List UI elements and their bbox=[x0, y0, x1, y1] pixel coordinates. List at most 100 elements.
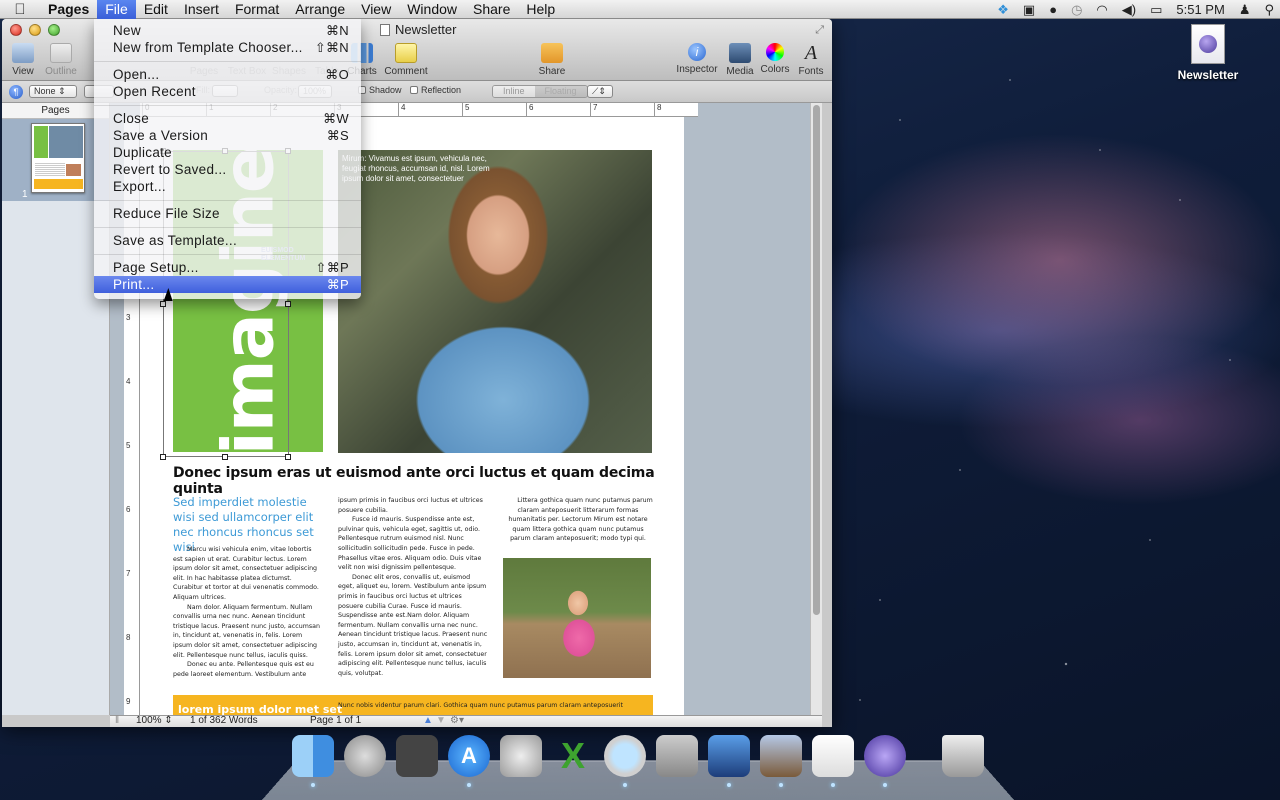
wrap-inline-button[interactable]: Inline bbox=[493, 86, 535, 97]
menu-window[interactable]: Window bbox=[399, 0, 465, 19]
file-menu-item[interactable]: Print... ⌘P bbox=[94, 276, 361, 293]
file-menu-item[interactable]: New from Template Chooser... ⇧⌘N bbox=[94, 39, 361, 56]
resize-handle[interactable] bbox=[160, 454, 166, 460]
menu-edit[interactable]: Edit bbox=[136, 0, 176, 19]
facetime-camera-icon[interactable]: ▣ bbox=[1023, 2, 1035, 18]
time-machine-icon[interactable]: ◷ bbox=[1071, 2, 1082, 18]
zoom-select[interactable]: 100% ⇕ bbox=[136, 715, 173, 726]
style-select[interactable]: None ⇕ bbox=[29, 85, 77, 98]
file-menu: New ⌘N New from Template Chooser... ⇧⌘N Open… bbox=[94, 19, 361, 299]
toolbar-fonts-button[interactable]: A Fonts bbox=[786, 43, 832, 77]
file-menu-item[interactable]: Export... bbox=[94, 178, 361, 195]
safari-icon[interactable] bbox=[604, 735, 646, 787]
close-window-button[interactable] bbox=[10, 24, 22, 36]
vertical-scrollbar[interactable] bbox=[810, 103, 822, 715]
menu-item-shortcut: ⇧⌘P bbox=[315, 260, 349, 275]
dropbox-icon[interactable]: ❖ bbox=[997, 2, 1009, 18]
page-thumbnail[interactable] bbox=[31, 123, 85, 193]
article-headline[interactable]: Donec ipsum eras ut euismod ante orci lu… bbox=[173, 465, 684, 497]
battery-icon[interactable]: ▭ bbox=[1150, 2, 1162, 18]
footer-title: lorem ipsum dolor met set bbox=[178, 703, 343, 715]
style-select-value: None bbox=[34, 86, 56, 96]
menu-share[interactable]: Share bbox=[465, 0, 518, 19]
file-menu-item[interactable]: Save a Version ⌘S bbox=[94, 127, 361, 144]
status-area: ❖ ▣ ● ◷ ◠ ◀) ▭ 5:51 PM ♟ ⚲ bbox=[997, 0, 1274, 19]
resize-handle[interactable] bbox=[222, 454, 228, 460]
wrap-segmented-control: Inline Floating bbox=[492, 85, 588, 98]
app-store-icon[interactable]: A bbox=[448, 735, 490, 787]
ruler-tick-label: 7 bbox=[126, 569, 131, 578]
automator-icon[interactable] bbox=[500, 735, 542, 777]
menu-item-label: Reduce File Size bbox=[113, 206, 220, 221]
toolbar-label: Fonts bbox=[798, 66, 824, 77]
zoom-window-button[interactable] bbox=[48, 24, 60, 36]
menu-app-name[interactable]: Pages bbox=[40, 0, 97, 19]
toolbar-share-button[interactable]: Share bbox=[527, 43, 577, 77]
footer-band[interactable]: lorem ipsum dolor met set Nunc nobis vid… bbox=[173, 695, 653, 715]
mail-icon[interactable] bbox=[760, 735, 802, 787]
toolbar-comment-button[interactable]: Comment bbox=[381, 43, 431, 77]
trash-icon[interactable] bbox=[942, 735, 984, 777]
imovie-icon[interactable] bbox=[708, 735, 750, 787]
file-menu-item[interactable]: Open Recent bbox=[94, 83, 361, 100]
wrap-floating-button[interactable]: Floating bbox=[534, 86, 587, 97]
user-icon[interactable]: ♟ bbox=[1239, 2, 1251, 18]
finder-icon[interactable] bbox=[292, 735, 334, 787]
text-column-3[interactable]: Littera gothica quam nunc putamus parum … bbox=[503, 496, 653, 544]
split-handle-icon[interactable]: ‖ bbox=[115, 715, 119, 726]
file-menu-item[interactable]: New ⌘N bbox=[94, 22, 361, 39]
resize-handle[interactable] bbox=[160, 301, 166, 307]
menu-item-label: Close bbox=[113, 111, 150, 126]
reflection-checkbox[interactable]: Reflection bbox=[410, 85, 461, 95]
volume-icon[interactable]: ◀) bbox=[1122, 2, 1136, 18]
scrollbar-thumb[interactable] bbox=[813, 105, 820, 615]
menu-format[interactable]: Format bbox=[227, 0, 287, 19]
shadow-checkbox[interactable]: Shadow bbox=[358, 85, 402, 95]
menu-insert[interactable]: Insert bbox=[176, 0, 227, 19]
comment-icon bbox=[395, 43, 417, 63]
spotlight-search-icon[interactable]: ⚲ bbox=[1264, 2, 1274, 18]
file-menu-item[interactable]: Close ⌘W bbox=[94, 110, 361, 127]
photo-caption[interactable]: Mirum: Vivamus est ipsum, vehicula nec, … bbox=[342, 154, 502, 184]
window-title-text: Newsletter bbox=[395, 22, 457, 37]
alien-icon[interactable]: ● bbox=[1049, 2, 1057, 17]
menu-file[interactable]: File bbox=[97, 0, 136, 19]
textedit-icon[interactable] bbox=[812, 735, 854, 787]
photo-booth-icon[interactable] bbox=[396, 735, 438, 777]
resize-handle[interactable] bbox=[285, 454, 291, 460]
dock-icons: A X bbox=[292, 735, 984, 787]
excel-icon[interactable]: X bbox=[552, 735, 594, 777]
paragraph-icon[interactable]: ¶ bbox=[9, 85, 23, 99]
minimize-window-button[interactable] bbox=[29, 24, 41, 36]
main-photo-girl[interactable] bbox=[338, 150, 652, 453]
file-menu-item[interactable]: Revert to Saved... bbox=[94, 161, 361, 178]
previous-page-icon[interactable]: ▲ bbox=[423, 715, 433, 726]
wifi-icon[interactable]: ◠ bbox=[1096, 2, 1107, 18]
text-column-1[interactable]: Marcu wisi vehicula enim, vitae lobortis… bbox=[173, 545, 323, 679]
fullscreen-icon[interactable]: ⤢ bbox=[815, 24, 824, 37]
menu-arrange[interactable]: Arrange bbox=[287, 0, 353, 19]
line-style-select[interactable]: ⟋⇕ bbox=[587, 85, 613, 98]
toolbar-outline-button[interactable]: Outline bbox=[36, 43, 86, 77]
file-menu-item[interactable]: Reduce File Size bbox=[94, 205, 361, 222]
menu-help[interactable]: Help bbox=[518, 0, 563, 19]
swing-photo[interactable] bbox=[503, 558, 651, 678]
next-page-icon[interactable]: ▼ bbox=[436, 715, 446, 726]
desktop-file-newsletter[interactable]: Newsletter bbox=[1172, 24, 1244, 82]
text-column-2[interactable]: ipsum primis in faucibus orci luctus et … bbox=[338, 496, 488, 678]
share-icon bbox=[541, 43, 563, 63]
launchpad-icon[interactable] bbox=[344, 735, 386, 777]
pages-icon[interactable] bbox=[864, 735, 906, 787]
document-proxy-icon[interactable] bbox=[380, 23, 390, 36]
resize-handle[interactable] bbox=[285, 301, 291, 307]
file-menu-item[interactable]: Open... ⌘O bbox=[94, 66, 361, 83]
menu-bar:  Pages File Edit Insert Format Arrange … bbox=[0, 0, 1280, 19]
apple-menu-icon[interactable]:  bbox=[0, 1, 40, 18]
gear-icon[interactable]: ⚙▾ bbox=[450, 715, 464, 726]
menu-view[interactable]: View bbox=[353, 0, 399, 19]
facetime-icon[interactable] bbox=[656, 735, 698, 777]
file-menu-item[interactable]: Page Setup... ⇧⌘P bbox=[94, 259, 361, 276]
file-menu-item[interactable]: Duplicate bbox=[94, 144, 361, 161]
clock[interactable]: 5:51 PM bbox=[1176, 2, 1224, 17]
file-menu-item[interactable]: Save as Template... bbox=[94, 232, 361, 249]
